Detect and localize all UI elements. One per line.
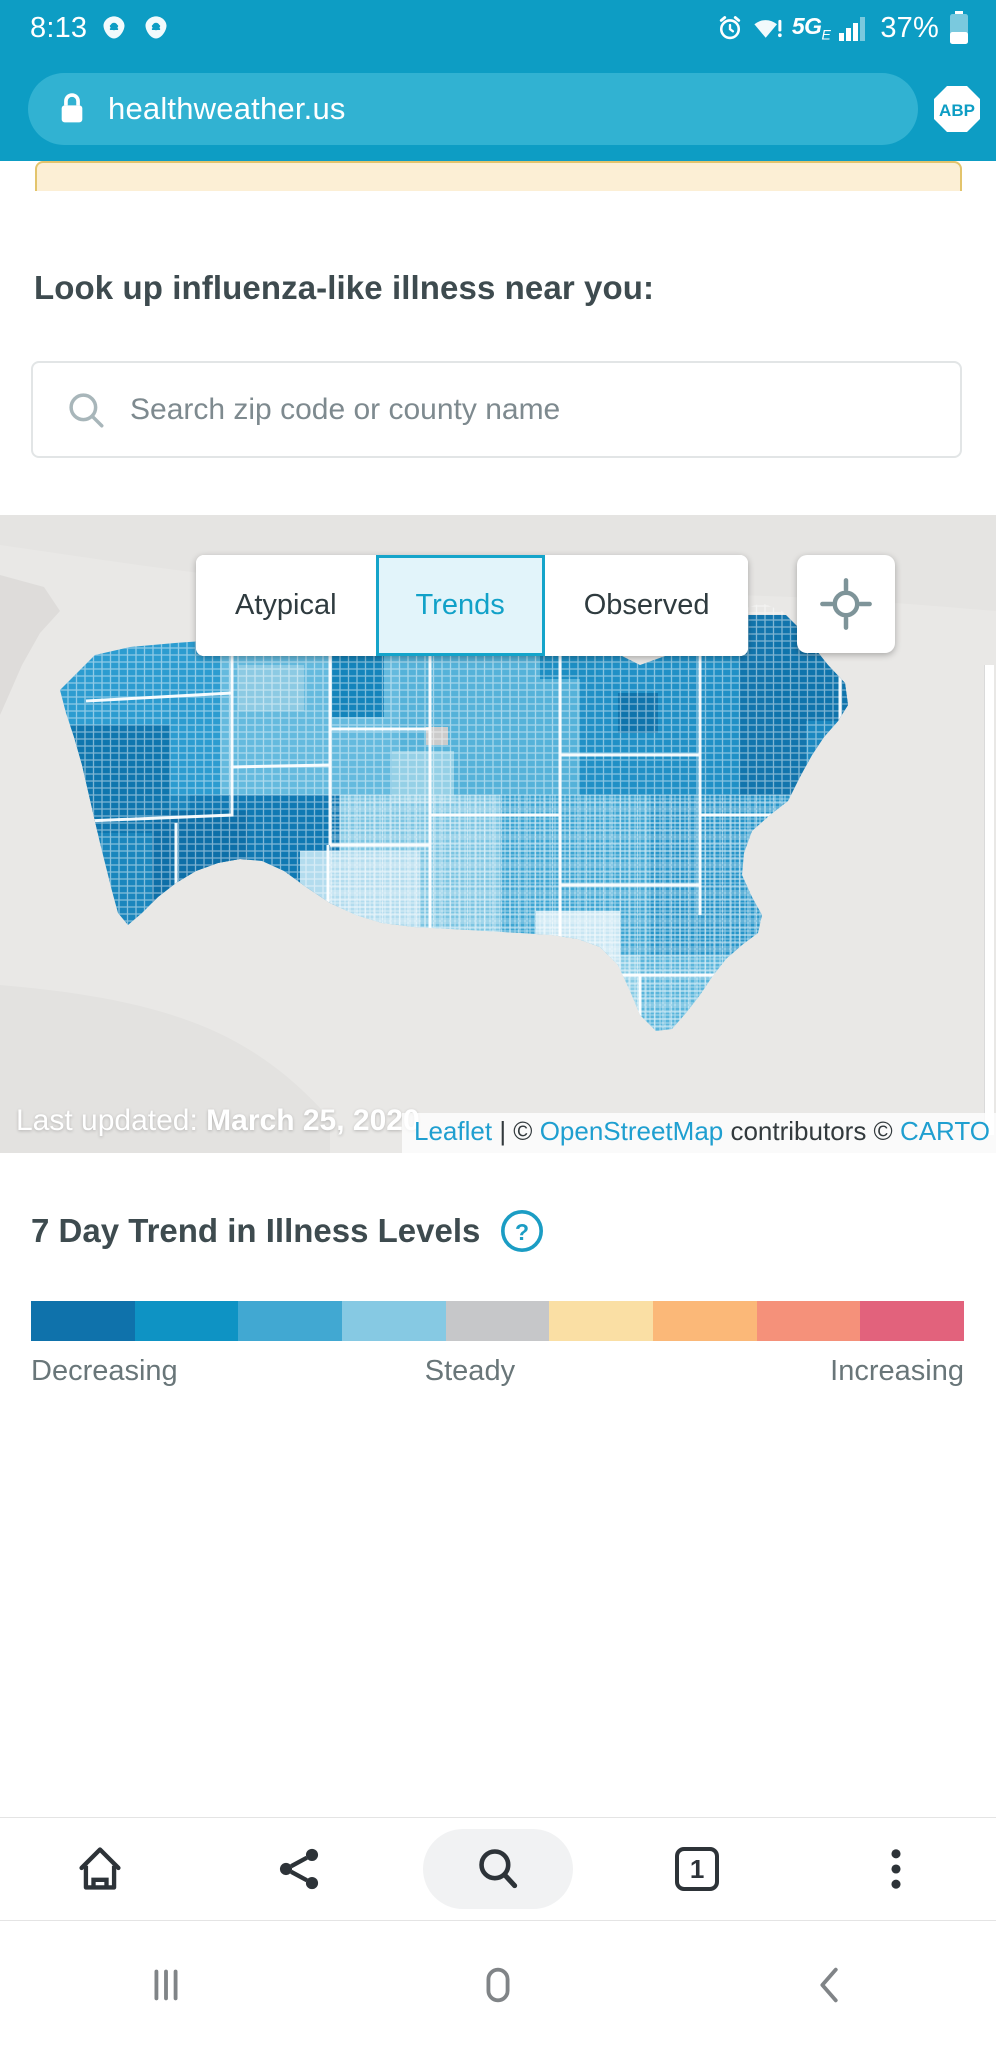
wifi-calling-icon (145, 16, 167, 39)
attrib-separator: | (492, 1116, 514, 1146)
browser-search-button[interactable] (418, 1817, 578, 1921)
legend-swatch-3 (342, 1301, 446, 1341)
attrib-contributors: contributors (723, 1116, 874, 1146)
page-title: Look up influenza-like illness near you: (34, 269, 655, 306)
map-attribution: Leaflet | © OpenStreetMap contributors ©… (402, 1113, 996, 1153)
android-recents-button[interactable] (66, 1921, 266, 2048)
legend-swatch-1 (134, 1301, 239, 1341)
status-bar-left: 8:13 (30, 12, 171, 45)
search-icon (69, 392, 104, 427)
search-input[interactable]: Search zip code or county name (31, 361, 962, 458)
last-updated-date: March 25, 2020 (206, 1104, 420, 1137)
battery-percent: 37% (880, 11, 939, 44)
back-icon (820, 1967, 838, 2002)
legend-label-increasing: Increasing (830, 1355, 964, 1387)
legend-swatch-7 (756, 1301, 861, 1341)
share-icon (279, 1848, 318, 1890)
lock-icon (61, 92, 83, 122)
leaflet-link[interactable]: Leaflet (414, 1116, 492, 1146)
illness-map[interactable]: Atypical Trends Observed Last updated: M… (0, 515, 996, 1153)
battery-icon (950, 11, 968, 44)
last-updated-label: Last updated: March 25, 2020 (16, 1104, 420, 1138)
crosshair-icon (820, 578, 872, 630)
wifi-warning-icon (754, 19, 782, 38)
legend-swatch-6 (653, 1301, 757, 1341)
legend-swatch-4 (445, 1301, 550, 1341)
legend-label-decreasing: Decreasing (31, 1355, 178, 1387)
svg-text:?: ? (515, 1219, 529, 1245)
browser-url-bar: healthweather.us ABP (0, 56, 996, 161)
recents-icon (154, 1969, 178, 2000)
signal-bars-icon (839, 17, 866, 41)
android-navigation-bar (0, 1921, 996, 2048)
map-tab-trends[interactable]: Trends (375, 555, 545, 656)
legend-color-scale (31, 1301, 964, 1341)
openstreetmap-link[interactable]: OpenStreetMap (540, 1116, 724, 1146)
help-circle-icon[interactable]: ? (499, 1208, 545, 1254)
notice-banner (35, 161, 962, 191)
android-back-button[interactable] (730, 1921, 930, 2048)
legend-swatch-2 (238, 1301, 343, 1341)
legend-swatch-8 (860, 1301, 964, 1341)
status-bar-right: 5GE 37% (716, 11, 970, 45)
status-clock: 8:13 (30, 11, 88, 44)
legend-section: 7 Day Trend in Illness Levels ? Decreasi… (0, 1153, 996, 1388)
alarm-icon (719, 16, 740, 40)
map-tab-atypical[interactable]: Atypical (196, 555, 376, 656)
browser-bottom-nav: 1 (0, 1817, 996, 1921)
browser-share-button[interactable] (219, 1817, 379, 1921)
browser-home-button[interactable] (20, 1817, 180, 1921)
android-home-button[interactable] (398, 1921, 598, 2048)
last-updated-prefix: Last updated: (16, 1104, 207, 1137)
overflow-menu-icon (891, 1849, 901, 1889)
legend-label-steady: Steady (424, 1355, 516, 1387)
legend-title: 7 Day Trend in Illness Levels (31, 1212, 481, 1249)
status-bar: 8:13 5GE 37% (0, 0, 996, 56)
search-button-pill[interactable] (422, 1829, 573, 1909)
geolocate-button[interactable] (797, 555, 895, 653)
map-mode-toggle[interactable]: Atypical Trends Observed (196, 555, 749, 656)
legend-header: 7 Day Trend in Illness Levels ? (31, 1208, 996, 1254)
network-type-label: 5GE (791, 13, 831, 43)
wifi-calling-icon (103, 16, 125, 39)
map-scrollbar[interactable] (984, 665, 994, 1135)
legend-swatch-5 (549, 1301, 654, 1341)
browser-tabs-button[interactable]: 1 (617, 1817, 777, 1921)
legend-labels: Decreasing Steady Increasing (31, 1355, 964, 1388)
adblock-plus-icon[interactable]: ABP (932, 84, 982, 134)
page-content: Look up influenza-like illness near you:… (0, 161, 996, 1388)
attrib-copyright-1: © (513, 1116, 540, 1146)
search-placeholder: Search zip code or county name (130, 392, 561, 426)
attrib-copyright-2: © (873, 1116, 900, 1146)
map-tab-observed[interactable]: Observed (544, 555, 749, 656)
home-icon (79, 1847, 121, 1890)
url-bar-input[interactable]: healthweather.us (28, 72, 918, 145)
browser-menu-button[interactable] (816, 1817, 976, 1921)
svg-text:ABP: ABP (939, 101, 975, 120)
carto-link[interactable]: CARTO (900, 1116, 990, 1146)
legend-swatch-0 (31, 1301, 135, 1341)
home-icon (486, 1967, 510, 2002)
search-icon (479, 1849, 518, 1889)
url-text: healthweather.us (108, 90, 346, 126)
tab-count-badge: 1 (675, 1847, 720, 1891)
